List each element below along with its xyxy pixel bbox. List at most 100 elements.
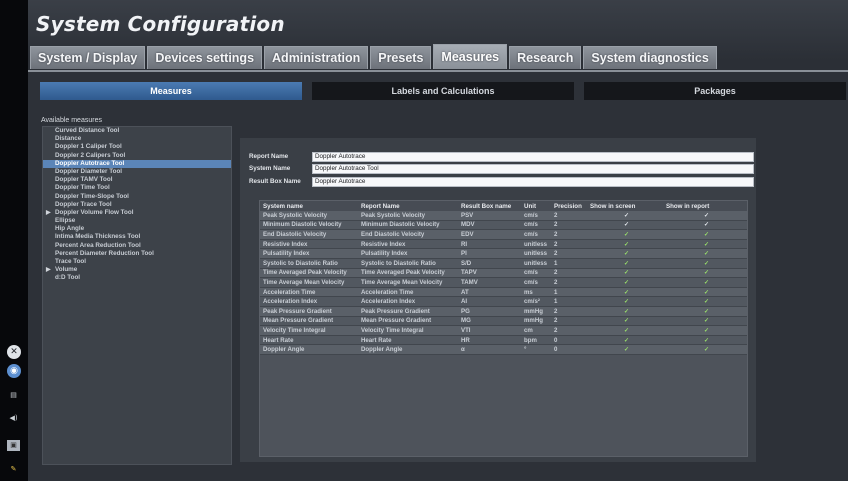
pen-icon[interactable]: ✎ bbox=[7, 464, 20, 475]
show-in-report-check[interactable]: ✓ bbox=[663, 296, 747, 307]
show-in-report-check[interactable]: ✓ bbox=[663, 268, 747, 279]
table-row[interactable]: Time Averaged Peak Velocity Time Averaged… bbox=[260, 268, 747, 279]
table-row[interactable]: Peak Pressure Gradient Peak Pressure Grad… bbox=[260, 306, 747, 317]
show-in-report-check[interactable]: ✓ bbox=[663, 287, 747, 298]
list-item[interactable]: Doppler Time-Slope Tool bbox=[43, 193, 231, 201]
list-item[interactable]: d:D Tool bbox=[43, 274, 231, 282]
show-in-report-check[interactable]: ✓ bbox=[663, 344, 747, 355]
table-row[interactable]: Resistive Index Resistive Index RI unitless… bbox=[260, 239, 747, 250]
expand-arrow-icon[interactable]: ▶ bbox=[46, 209, 51, 217]
show-in-report-check[interactable]: ✓ bbox=[663, 211, 747, 221]
subtab-labels-and-calculations[interactable]: Labels and Calculations bbox=[312, 82, 574, 100]
list-item[interactable]: Doppler Time Tool bbox=[43, 184, 231, 192]
table-cell: mmHg bbox=[521, 316, 551, 327]
show-in-screen-check[interactable]: ✓ bbox=[587, 277, 663, 288]
show-in-report-check[interactable]: ✓ bbox=[663, 239, 747, 250]
column-header[interactable]: Result Box name bbox=[458, 201, 521, 211]
show-in-screen-check[interactable]: ✓ bbox=[587, 258, 663, 269]
subtab-measures[interactable]: Measures bbox=[40, 82, 302, 100]
show-in-screen-check[interactable]: ✓ bbox=[587, 287, 663, 298]
table-row[interactable]: Minimum Diastolic Velocity Minimum Diasto… bbox=[260, 220, 747, 231]
tab-administration[interactable]: Administration bbox=[264, 46, 369, 69]
tab-system-diagnostics[interactable]: System diagnostics bbox=[583, 46, 717, 69]
column-header[interactable]: Unit bbox=[521, 201, 551, 211]
show-in-report-check[interactable]: ✓ bbox=[663, 316, 747, 327]
table-cell: RI bbox=[458, 239, 521, 250]
list-item[interactable]: Doppler TAMV Tool bbox=[43, 176, 231, 184]
table-cell: Time Averaged Peak Velocity bbox=[358, 268, 458, 279]
column-header[interactable]: Precision bbox=[551, 201, 587, 211]
show-in-report-check[interactable]: ✓ bbox=[663, 277, 747, 288]
table-row[interactable]: Mean Pressure Gradient Mean Pressure Grad… bbox=[260, 316, 747, 327]
globe-icon[interactable]: ◉ bbox=[7, 364, 21, 378]
available-measures-list[interactable]: Curved Distance Tool Distance Doppler 1 Ca… bbox=[42, 126, 232, 465]
tab-system-display[interactable]: System / Display bbox=[30, 46, 146, 69]
list-item[interactable]: Doppler Autotrace Tool bbox=[43, 159, 231, 168]
speaker-icon[interactable]: ◀) bbox=[7, 413, 20, 424]
table-row[interactable]: Heart Rate Heart Rate HR bpm 0 ✓ ✓ bbox=[260, 335, 747, 346]
list-item[interactable]: Hip Angle bbox=[43, 225, 231, 233]
show-in-screen-check[interactable]: ✓ bbox=[587, 325, 663, 336]
column-header[interactable]: Show in screen bbox=[587, 201, 663, 211]
show-in-screen-check[interactable]: ✓ bbox=[587, 268, 663, 279]
tab-presets[interactable]: Presets bbox=[370, 46, 432, 69]
tab-measures[interactable]: Measures bbox=[433, 44, 508, 69]
show-in-report-check[interactable]: ✓ bbox=[663, 220, 747, 231]
show-in-screen-check[interactable]: ✓ bbox=[587, 306, 663, 317]
list-item[interactable]: Curved Distance Tool bbox=[43, 127, 231, 135]
show-in-screen-check[interactable]: ✓ bbox=[587, 335, 663, 346]
result-box-name-input[interactable]: Doppler Autotrace bbox=[312, 177, 754, 187]
list-item[interactable]: Trace Tool bbox=[43, 258, 231, 266]
tab-devices-settings[interactable]: Devices settings bbox=[147, 46, 263, 69]
show-in-report-check[interactable]: ✓ bbox=[663, 248, 747, 259]
measure-detail-panel: Report Name Doppler Autotrace System Nam… bbox=[240, 138, 756, 462]
tab-research[interactable]: Research bbox=[509, 46, 582, 69]
column-header[interactable]: Show in report bbox=[663, 201, 747, 211]
expand-arrow-icon[interactable]: ▶ bbox=[46, 266, 51, 274]
show-in-screen-check[interactable]: ✓ bbox=[587, 211, 663, 221]
settings-cross-icon[interactable]: ✕ bbox=[7, 345, 21, 359]
list-item[interactable]: Doppler 1 Caliper Tool bbox=[43, 143, 231, 151]
show-in-report-check[interactable]: ✓ bbox=[663, 335, 747, 346]
list-item[interactable]: Percent Diameter Reduction Tool bbox=[43, 250, 231, 258]
show-in-report-check[interactable]: ✓ bbox=[663, 325, 747, 336]
list-item[interactable]: ▶ Doppler Volume Flow Tool bbox=[43, 209, 231, 217]
list-item[interactable]: ▶ Volume bbox=[43, 266, 231, 274]
table-row[interactable]: End Diastolic Velocity End Diastolic Velo… bbox=[260, 229, 747, 240]
column-header[interactable]: System name bbox=[260, 201, 358, 211]
system-name-input[interactable]: Doppler Autotrace Tool bbox=[312, 164, 754, 174]
printer-icon[interactable]: ▤ bbox=[7, 390, 20, 401]
show-in-report-check[interactable]: ✓ bbox=[663, 229, 747, 240]
list-item-label: Doppler Volume Flow Tool bbox=[55, 208, 134, 216]
show-in-screen-check[interactable]: ✓ bbox=[587, 229, 663, 240]
show-in-screen-check[interactable]: ✓ bbox=[587, 248, 663, 259]
show-in-report-check[interactable]: ✓ bbox=[663, 306, 747, 317]
list-item[interactable]: Intima Media Thickness Tool bbox=[43, 233, 231, 241]
table-cell: Mean Pressure Gradient bbox=[358, 316, 458, 327]
show-in-screen-check[interactable]: ✓ bbox=[587, 296, 663, 307]
show-in-screen-check[interactable]: ✓ bbox=[587, 220, 663, 231]
table-row[interactable]: Acceleration Index Acceleration Index AI cm… bbox=[260, 296, 747, 307]
list-item[interactable]: Doppler Diameter Tool bbox=[43, 168, 231, 176]
show-in-screen-check[interactable]: ✓ bbox=[587, 239, 663, 250]
list-item[interactable]: Doppler Trace Tool bbox=[43, 201, 231, 209]
list-item[interactable]: Distance bbox=[43, 135, 231, 143]
column-header[interactable]: Report Name bbox=[358, 201, 458, 211]
show-in-screen-check[interactable]: ✓ bbox=[587, 316, 663, 327]
list-item[interactable]: Doppler 2 Calipers Tool bbox=[43, 152, 231, 160]
table-row[interactable]: Acceleration Time Acceleration Time AT ms 1 ✓… bbox=[260, 287, 747, 298]
show-in-screen-check[interactable]: ✓ bbox=[587, 344, 663, 355]
list-item[interactable]: Ellipse bbox=[43, 217, 231, 225]
table-row[interactable]: Pulsatility Index Pulsatility Index PI unit… bbox=[260, 248, 747, 259]
image-icon[interactable]: ▣ bbox=[7, 440, 20, 451]
table-row[interactable]: Peak Systolic Velocity Peak Systolic Velo… bbox=[260, 211, 747, 221]
subtab-packages[interactable]: Packages bbox=[584, 82, 846, 100]
table-row[interactable]: Doppler Angle Doppler Angle α ° 0 ✓ ✓ bbox=[260, 344, 747, 355]
list-item[interactable]: Percent Area Reduction Tool bbox=[43, 242, 231, 250]
table-row[interactable]: Time Average Mean Velocity Time Average M… bbox=[260, 277, 747, 288]
report-name-input[interactable]: Doppler Autotrace bbox=[312, 152, 754, 162]
system-name-label: System Name bbox=[249, 165, 291, 172]
show-in-report-check[interactable]: ✓ bbox=[663, 258, 747, 269]
table-row[interactable]: Systolic to Diastolic Ratio Systolic to D… bbox=[260, 258, 747, 269]
table-row[interactable]: Velocity Time Integral Velocity Time Inte… bbox=[260, 325, 747, 336]
